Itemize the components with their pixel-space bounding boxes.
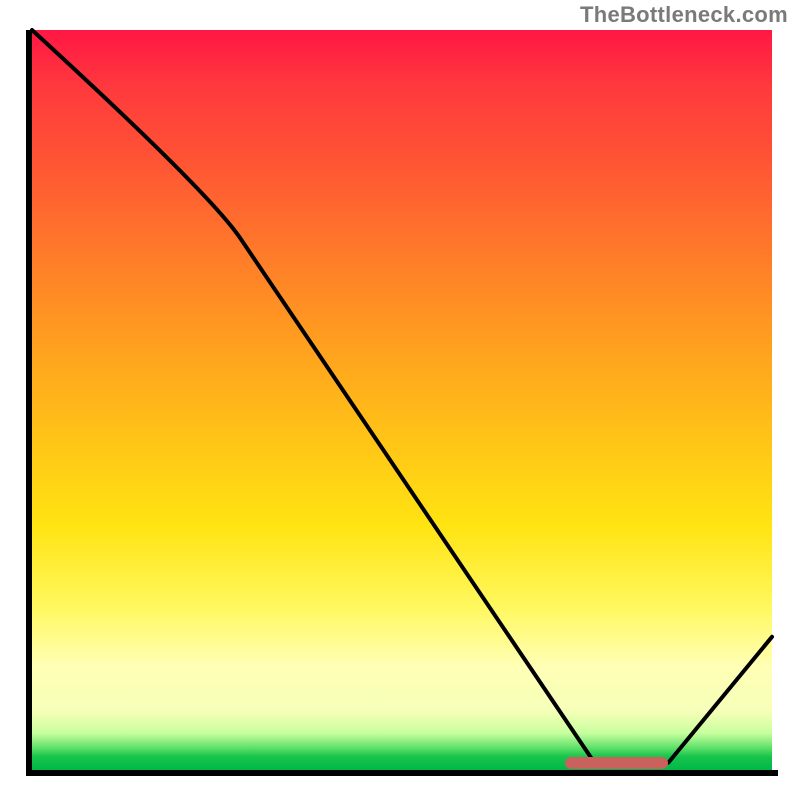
chart-container: TheBottleneck.com — [0, 0, 800, 800]
line-series — [32, 30, 772, 770]
plot-area — [32, 30, 772, 770]
watermark-text: TheBottleneck.com — [580, 2, 788, 28]
curve-path — [32, 30, 772, 764]
optimal-range-marker — [565, 757, 669, 769]
x-axis — [26, 770, 778, 776]
